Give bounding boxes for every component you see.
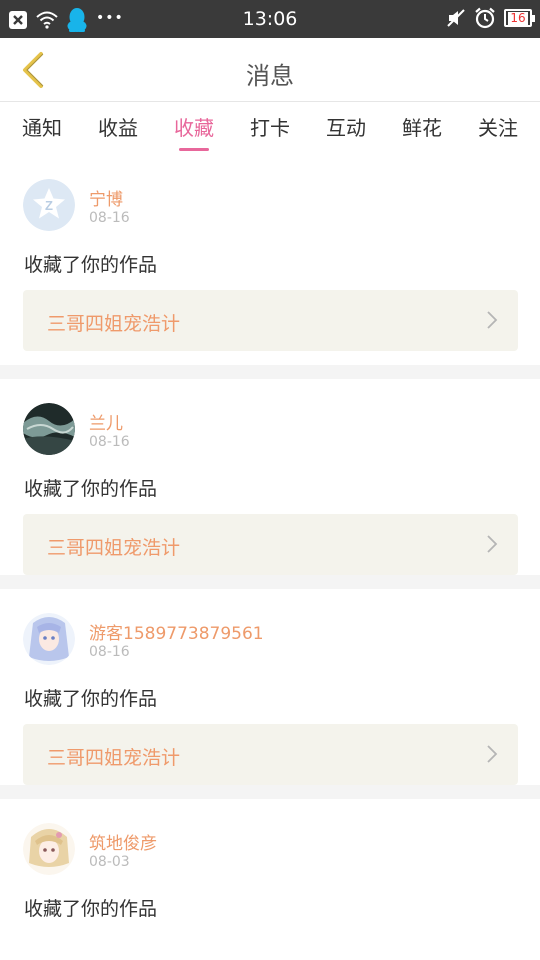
work-title: 三哥四姐宠浩计	[47, 537, 181, 559]
default-avatar-icon: Z	[23, 179, 75, 231]
work-link[interactable]: 三哥四姐宠浩计	[23, 724, 518, 785]
action-text: 收藏了你的作品	[24, 898, 158, 920]
mute-icon	[447, 9, 465, 27]
list-item: 游客1589773879561 08-16 收藏了你的作品 三哥四姐宠浩计	[0, 575, 540, 785]
tab-earnings[interactable]: 收益	[98, 103, 138, 155]
list-item: Z 宁博 08-16 收藏了你的作品 三哥四姐宠浩计	[0, 155, 540, 365]
status-bar: ••• 13:06 16	[0, 0, 540, 38]
chevron-right-icon	[487, 745, 498, 763]
work-title: 三哥四姐宠浩计	[47, 313, 181, 335]
tab-checkin[interactable]: 打卡	[250, 103, 290, 155]
battery-level: 16	[508, 10, 528, 25]
username[interactable]: 宁博	[89, 185, 123, 210]
work-link[interactable]: 三哥四姐宠浩计	[23, 290, 518, 351]
avatar[interactable]: Z	[23, 179, 75, 231]
action-text: 收藏了你的作品	[24, 478, 158, 500]
avatar[interactable]	[23, 823, 75, 875]
work-link[interactable]: 三哥四姐宠浩计	[23, 514, 518, 575]
list-item: 兰儿 08-16 收藏了你的作品 三哥四姐宠浩计	[0, 365, 540, 575]
page-title: 消息	[246, 62, 294, 90]
message-date: 08-03	[89, 854, 130, 870]
alarm-icon	[475, 7, 495, 29]
anime-avatar-icon	[23, 613, 75, 665]
tab-bar: 通知 收益 收藏 打卡 互动 鲜花 关注	[0, 103, 540, 155]
status-bar-right: 16	[446, 7, 535, 29]
message-date: 08-16	[89, 644, 130, 660]
message-date: 08-16	[89, 434, 130, 450]
username[interactable]: 游客1589773879561	[89, 619, 264, 644]
avatar[interactable]	[23, 403, 75, 455]
username[interactable]: 兰儿	[89, 409, 123, 434]
chevron-right-icon	[487, 535, 498, 553]
tab-flowers[interactable]: 鲜花	[402, 103, 442, 155]
message-date: 08-16	[89, 210, 130, 226]
photo-avatar-icon	[23, 403, 75, 455]
svg-text:Z: Z	[45, 198, 53, 213]
tab-interaction[interactable]: 互动	[326, 103, 366, 155]
nav-header: 消息	[0, 38, 540, 102]
action-text: 收藏了你的作品	[24, 254, 158, 276]
battery-icon: 16	[504, 9, 535, 27]
tab-notice[interactable]: 通知	[22, 103, 62, 155]
anime-avatar-icon	[23, 823, 75, 875]
tab-follow[interactable]: 关注	[478, 103, 518, 155]
work-title: 三哥四姐宠浩计	[47, 747, 181, 769]
message-list: Z 宁博 08-16 收藏了你的作品 三哥四姐宠浩计 兰儿 08-16 收藏了你…	[0, 155, 540, 960]
chevron-right-icon	[487, 311, 498, 329]
avatar[interactable]	[23, 613, 75, 665]
action-text: 收藏了你的作品	[24, 688, 158, 710]
tab-favorites[interactable]: 收藏	[174, 103, 214, 155]
list-item: 筑地俊彦 08-03 收藏了你的作品	[0, 785, 540, 960]
username[interactable]: 筑地俊彦	[89, 829, 157, 854]
